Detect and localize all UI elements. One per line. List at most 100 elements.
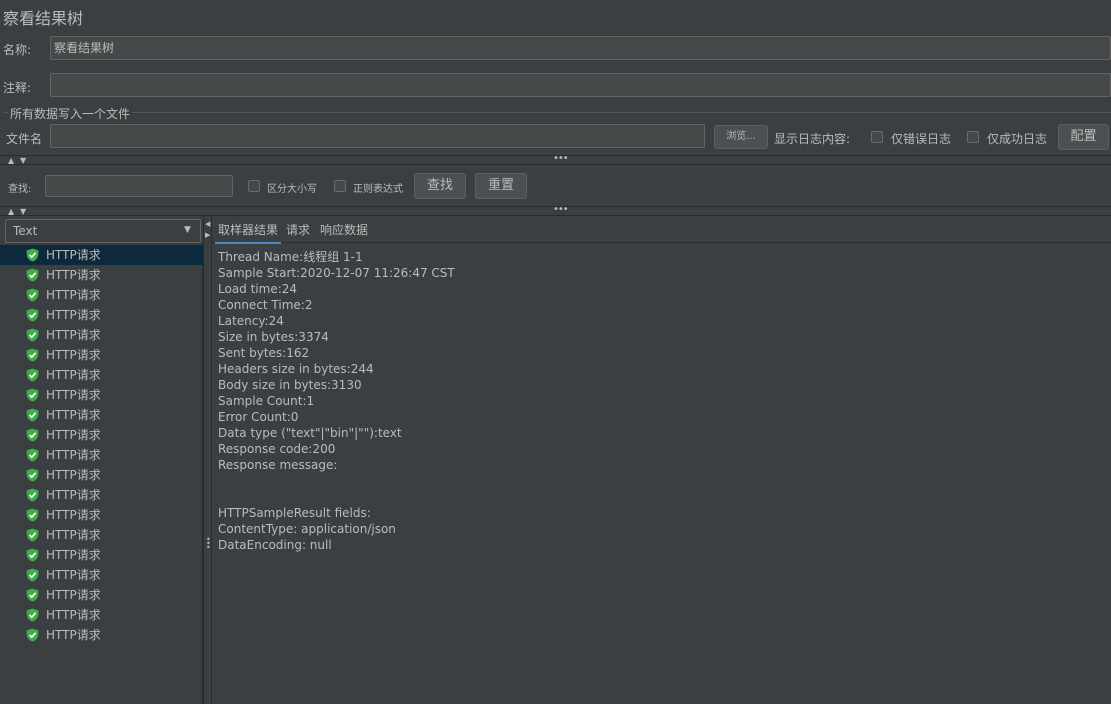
result-line: Response code:200 [218, 442, 336, 456]
success-shield-icon [26, 488, 39, 502]
result-line: Size in bytes:3374 [218, 330, 329, 344]
split-divider-top[interactable]: ▲ ▼ ••• [0, 153, 1111, 165]
case-sensitive-checkbox[interactable] [248, 180, 260, 192]
filename-label: 文件名 [6, 132, 43, 146]
tree-item[interactable]: HTTP请求 [0, 485, 203, 505]
tree-item[interactable]: HTTP请求 [0, 565, 203, 585]
tree-item-label: HTTP请求 [46, 388, 101, 402]
file-section-legend: 所有数据写入一个文件 [8, 105, 133, 122]
reset-button[interactable]: 重置 [475, 173, 527, 199]
result-line: Response message: [218, 458, 338, 472]
success-shield-icon [26, 388, 39, 402]
name-label: 名称: [3, 43, 32, 57]
success-shield-icon [26, 628, 39, 642]
page-title: 察看结果树 [3, 9, 84, 28]
success-shield-icon [26, 528, 39, 542]
tree-item-label: HTTP请求 [46, 428, 101, 442]
tab-bar-border [212, 242, 1111, 243]
tree-item[interactable]: HTTP请求 [0, 505, 203, 525]
result-line: ContentType: application/json [218, 522, 396, 536]
tree-item[interactable]: HTTP请求 [0, 325, 203, 345]
result-line: Thread Name:线程组 1-1 [218, 250, 363, 264]
tree-item[interactable]: HTTP请求 [0, 545, 203, 565]
success-shield-icon [26, 308, 39, 322]
tree-item[interactable]: HTTP请求 [0, 405, 203, 425]
renderer-select[interactable]: Text ▼ [5, 219, 201, 243]
tree-item-label: HTTP请求 [46, 288, 101, 302]
tree-item[interactable]: HTTP请求 [0, 245, 203, 265]
tree-item[interactable]: HTTP请求 [0, 265, 203, 285]
tab-sampler-result[interactable]: 取样器结果 [215, 219, 282, 244]
tree-item-label: HTTP请求 [46, 448, 101, 462]
success-only-checkbox[interactable] [967, 131, 979, 143]
comment-label: 注释: [3, 81, 32, 95]
errors-only-checkbox[interactable] [871, 131, 883, 143]
success-shield-icon [26, 248, 39, 262]
tree-item-label: HTTP请求 [46, 408, 101, 422]
success-shield-icon [26, 508, 39, 522]
name-field[interactable]: 察看结果树 [50, 36, 1111, 60]
success-shield-icon [26, 428, 39, 442]
tree-item[interactable]: HTTP请求 [0, 605, 203, 625]
tree-item[interactable]: HTTP请求 [0, 465, 203, 485]
tab-request[interactable]: 请求 [283, 219, 313, 242]
drag-handle-icon[interactable]: ••• [553, 204, 569, 215]
tree-item[interactable]: HTTP请求 [0, 445, 203, 465]
browse-button[interactable]: 浏览... [714, 125, 768, 149]
tree-item[interactable]: HTTP请求 [0, 305, 203, 325]
result-line: Data type ("text"|"bin"|""):text [218, 426, 402, 440]
tree-item-label: HTTP请求 [46, 548, 101, 562]
tree-item[interactable]: HTTP请求 [0, 365, 203, 385]
collapse-up-icon[interactable]: ▲ [8, 208, 14, 216]
success-shield-icon [26, 328, 39, 342]
regex-label: 正则表达式 [353, 184, 403, 195]
tree-item-label: HTTP请求 [46, 488, 101, 502]
success-shield-icon [26, 568, 39, 582]
errors-only-label: 仅错误日志 [891, 132, 952, 146]
result-line: DataEncoding: null [218, 538, 332, 552]
tab-response-data[interactable]: 响应数据 [317, 219, 371, 242]
result-line: Body size in bytes:3130 [218, 378, 362, 392]
split-divider-bottom[interactable]: ▲ ▼ ••• [0, 204, 1111, 216]
tree-item-label: HTTP请求 [46, 248, 101, 262]
tree-item[interactable]: HTTP请求 [0, 425, 203, 445]
collapse-up-icon[interactable]: ▲ [8, 157, 14, 165]
search-input[interactable] [45, 175, 233, 197]
tree-item[interactable]: HTTP请求 [0, 625, 203, 645]
vertical-splitter[interactable]: ◀ ▶ • • • [203, 216, 212, 704]
tree-item[interactable]: HTTP请求 [0, 525, 203, 545]
result-line: Sent bytes:162 [218, 346, 310, 360]
success-shield-icon [26, 468, 39, 482]
success-shield-icon [26, 268, 39, 282]
collapse-right-icon[interactable]: ▶ [205, 231, 210, 239]
find-button[interactable]: 查找 [414, 173, 466, 199]
success-shield-icon [26, 448, 39, 462]
drag-handle-icon[interactable]: ••• [206, 536, 211, 552]
case-sensitive-label: 区分大小写 [267, 184, 317, 195]
tree-item[interactable]: HTTP请求 [0, 285, 203, 305]
configure-button[interactable]: 配置 [1058, 124, 1109, 150]
success-shield-icon [26, 408, 39, 422]
collapse-left-icon[interactable]: ◀ [205, 220, 210, 228]
collapse-down-icon[interactable]: ▼ [20, 208, 26, 216]
comment-field[interactable] [50, 73, 1111, 97]
tree-item-label: HTTP请求 [46, 468, 101, 482]
tree-item[interactable]: HTTP请求 [0, 345, 203, 365]
tree-item-label: HTTP请求 [46, 368, 101, 382]
tree-item[interactable]: HTTP请求 [0, 585, 203, 605]
result-line: HTTPSampleResult fields: [218, 506, 371, 520]
collapse-down-icon[interactable]: ▼ [20, 157, 26, 165]
tree-item-label: HTTP请求 [46, 588, 101, 602]
result-line: Headers size in bytes:244 [218, 362, 374, 376]
filename-field[interactable] [50, 124, 705, 148]
tree-item-label: HTTP请求 [46, 308, 101, 322]
regex-checkbox[interactable] [334, 180, 346, 192]
success-shield-icon [26, 368, 39, 382]
tree-item[interactable]: HTTP请求 [0, 385, 203, 405]
drag-handle-icon[interactable]: ••• [553, 153, 569, 164]
tree-item-label: HTTP请求 [46, 348, 101, 362]
chevron-down-icon: ▼ [184, 225, 191, 235]
tree-item-label: HTTP请求 [46, 528, 101, 542]
result-line: Sample Start:2020-12-07 11:26:47 CST [218, 266, 455, 280]
tree-item-label: HTTP请求 [46, 328, 101, 342]
